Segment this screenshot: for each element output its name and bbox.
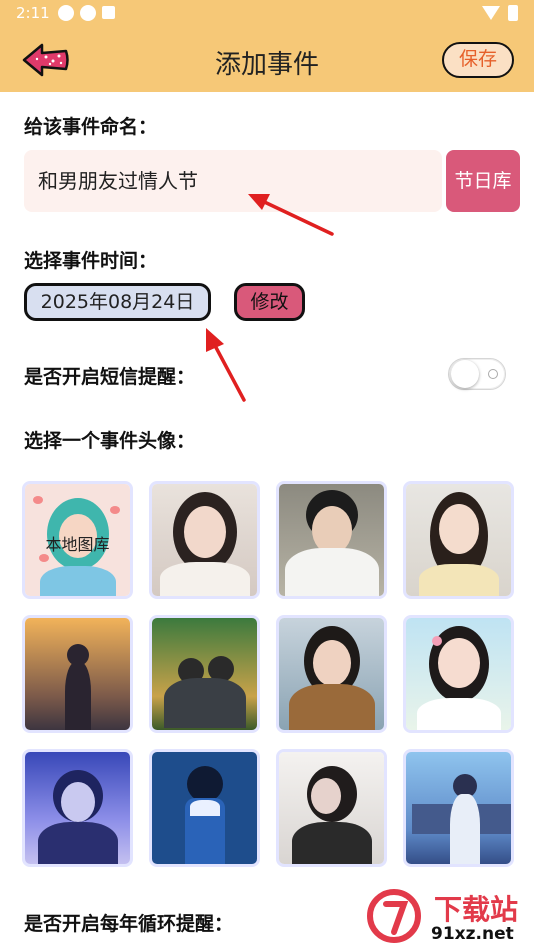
toggle-off-indicator: [488, 369, 498, 379]
avatar-image: [406, 752, 511, 864]
status-bar: 2:11: [0, 0, 534, 28]
avatar-section-label: 选择一个事件头像：: [24, 430, 196, 452]
watermark-site: 91xz.net: [428, 924, 517, 944]
sms-reminder-label: 是否开启短信提醒：: [24, 366, 196, 388]
avatar-option[interactable]: [403, 615, 514, 733]
avatar-option[interactable]: [149, 481, 260, 599]
avatar-image: [152, 618, 257, 730]
avatar-option[interactable]: [276, 615, 387, 733]
system-icons: [482, 5, 518, 21]
event-time-label: 选择事件时间：: [24, 250, 158, 272]
event-name-label: 给该事件命名：: [24, 116, 158, 138]
avatar-option[interactable]: [22, 615, 133, 733]
avatar-image: [279, 752, 384, 864]
notification-icon: [58, 5, 74, 21]
avatar-image: [25, 752, 130, 864]
watermark-logo: 下载站 91xz.net: [364, 886, 534, 950]
avatar-image: [25, 618, 130, 730]
notification-icon: [102, 6, 115, 19]
avatar-option[interactable]: [149, 615, 260, 733]
avatar-image: [152, 484, 257, 596]
notification-icon: [80, 5, 96, 21]
annotation-arrow-icon: [206, 328, 246, 402]
avatar-option[interactable]: [276, 749, 387, 867]
avatar-grid: 本地图库: [22, 481, 514, 867]
battery-icon: [508, 5, 518, 21]
save-button[interactable]: 保存: [442, 42, 514, 78]
avatar-image: [406, 484, 511, 596]
watermark-name: 下载站: [434, 893, 519, 926]
event-name-input[interactable]: 和男朋友过情人节: [24, 150, 442, 212]
avatar-option[interactable]: [403, 749, 514, 867]
holiday-library-button[interactable]: 节日库: [446, 150, 520, 212]
wifi-icon: [482, 6, 500, 20]
toggle-knob: [451, 360, 479, 388]
avatar-option[interactable]: [403, 481, 514, 599]
avatar-image: [406, 618, 511, 730]
status-time: 2:11: [16, 4, 50, 22]
modify-date-button[interactable]: 修改: [234, 283, 305, 321]
notification-icons: [58, 5, 115, 21]
event-date-field[interactable]: 2025年08月24日: [24, 283, 211, 321]
avatar-image: [279, 484, 384, 596]
sms-reminder-toggle[interactable]: [448, 358, 506, 390]
avatar-option[interactable]: [22, 749, 133, 867]
app-bar: 添加事件 保存: [0, 28, 534, 92]
local-gallery-label: 本地图库: [45, 535, 110, 554]
yearly-reminder-label: 是否开启每年循环提醒：: [24, 913, 234, 935]
local-gallery-avatar[interactable]: 本地图库: [22, 481, 133, 599]
avatar-option[interactable]: [149, 749, 260, 867]
watermark-emblem-icon: [367, 889, 421, 943]
avatar-option[interactable]: [276, 481, 387, 599]
avatar-image: [152, 752, 257, 864]
avatar-image: [279, 618, 384, 730]
